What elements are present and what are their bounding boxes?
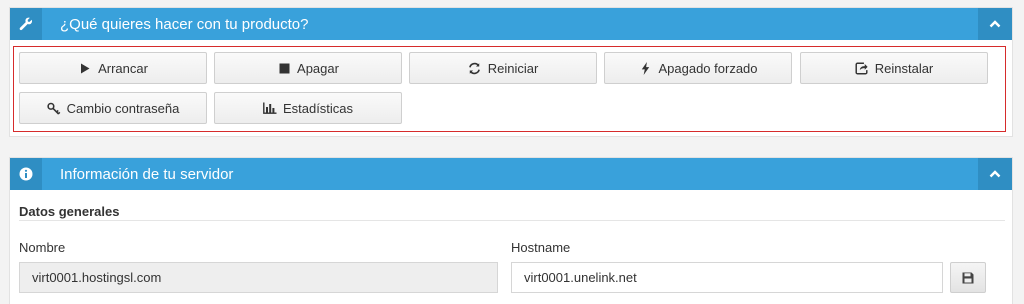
forced-shutdown-button[interactable]: Apagado forzado: [604, 52, 792, 84]
actions-highlight-box: Arrancar Apagar Reiniciar Apagado forzad…: [13, 46, 1006, 132]
save-hostname-button[interactable]: [950, 262, 986, 293]
general-data-heading: Datos generales: [19, 204, 120, 219]
section-divider: [19, 220, 1005, 221]
collapse-product-panel-button[interactable]: [978, 8, 1012, 40]
hostname-input[interactable]: virt0001.unelink.net: [511, 262, 943, 293]
product-actions-panel: ¿Qué quieres hacer con tu producto? Arra…: [9, 7, 1013, 137]
save-icon: [962, 272, 974, 283]
collapse-server-panel-button[interactable]: [978, 158, 1012, 190]
start-button[interactable]: Arrancar: [19, 52, 207, 84]
chevron-up-icon: [989, 20, 1001, 28]
forced-shutdown-button-label: Apagado forzado: [658, 60, 758, 76]
key-icon: [46, 101, 61, 115]
server-info-panel: Información de tu servidor Datos general…: [9, 157, 1013, 304]
statistics-button[interactable]: Estadísticas: [214, 92, 402, 124]
hostname-label: Hostname: [511, 240, 571, 255]
bar-chart-icon: [263, 101, 277, 115]
refresh-icon: [468, 61, 482, 75]
restart-button[interactable]: Reiniciar: [409, 52, 597, 84]
chevron-up-icon: [989, 170, 1001, 178]
statistics-button-label: Estadísticas: [282, 100, 354, 116]
name-field: virt0001.hostingsl.com: [19, 262, 498, 293]
start-button-label: Arrancar: [98, 60, 148, 76]
server-info-header: Información de tu servidor: [10, 158, 1012, 190]
shutdown-button-label: Apagar: [297, 60, 339, 76]
server-info-title: Información de tu servidor: [60, 165, 234, 183]
reinstall-button[interactable]: Reinstalar: [800, 52, 988, 84]
shutdown-button[interactable]: Apagar: [214, 52, 402, 84]
change-password-button[interactable]: Cambio contraseña: [19, 92, 207, 124]
share-icon: [855, 61, 869, 75]
wrench-icon: [10, 8, 42, 40]
stop-icon: [277, 61, 291, 75]
change-password-button-label: Cambio contraseña: [66, 100, 180, 116]
restart-button-label: Reiniciar: [487, 60, 539, 76]
reinstall-button-label: Reinstalar: [874, 60, 934, 76]
name-label: Nombre: [19, 240, 66, 255]
product-actions-header: ¿Qué quieres hacer con tu producto?: [10, 8, 1012, 40]
product-actions-title: ¿Qué quieres hacer con tu producto?: [60, 15, 309, 33]
info-icon: [10, 158, 42, 190]
bolt-icon: [638, 61, 652, 75]
play-icon: [78, 61, 92, 75]
